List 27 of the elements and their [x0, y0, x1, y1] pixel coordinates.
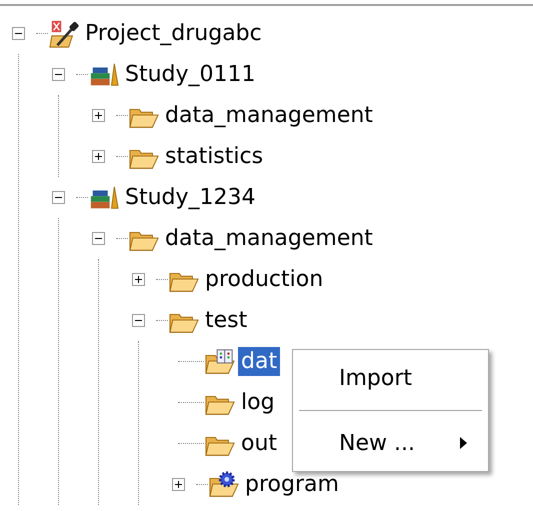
collapse-toggle[interactable]: [52, 68, 64, 81]
tree-item[interactable]: dat: [238, 347, 280, 376]
expand-toggle[interactable]: [172, 478, 184, 491]
collapse-toggle[interactable]: [132, 314, 144, 327]
tree-item[interactable]: production: [202, 265, 326, 294]
tree-item[interactable]: data_management: [162, 101, 376, 130]
menu-item[interactable]: New ...: [293, 419, 488, 467]
tree-item[interactable]: out: [238, 429, 280, 458]
tree-item[interactable]: Study_1234: [122, 183, 259, 212]
menu-item[interactable]: Import: [293, 354, 488, 402]
tree-item[interactable]: Project_drugabc: [82, 19, 265, 48]
expand-toggle[interactable]: [92, 109, 104, 122]
collapse-toggle[interactable]: [12, 27, 24, 40]
expand-toggle[interactable]: [92, 150, 104, 163]
submenu-arrow-icon: [459, 436, 468, 450]
tree-item[interactable]: log: [238, 388, 278, 417]
project-icon: [48, 18, 80, 48]
tree-item[interactable]: test: [202, 306, 250, 335]
expand-toggle[interactable]: [132, 273, 144, 286]
tree-item[interactable]: Study_0111: [122, 60, 259, 89]
collapse-toggle[interactable]: [52, 191, 64, 204]
gear-folder-icon: [208, 470, 240, 500]
data-folder-icon: [204, 346, 236, 376]
collapse-toggle[interactable]: [92, 232, 104, 245]
tree-item[interactable]: statistics: [162, 142, 266, 171]
tree-item[interactable]: program: [242, 470, 342, 499]
tree-item[interactable]: data_management: [162, 224, 376, 253]
